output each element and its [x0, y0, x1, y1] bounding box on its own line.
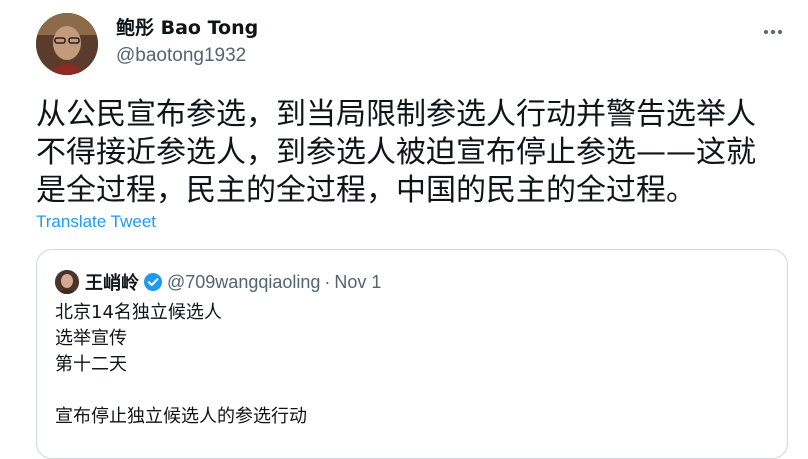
separator-dot: ·	[324, 271, 331, 292]
author-handle[interactable]: @baotong1932	[116, 44, 258, 68]
quoted-tweet-date[interactable]: Nov 1	[334, 272, 381, 293]
verified-badge-icon	[143, 272, 163, 292]
quoted-tweet-body: 北京14名独立候选人 选举宣传 第十二天 宣布停止独立候选人的参选行动	[55, 300, 307, 430]
author-avatar[interactable]	[36, 13, 98, 75]
quoted-body-line: 第十二天	[55, 354, 127, 375]
quoted-tweet-header: 王峭岭 @709wangqiaoling · Nov 1	[55, 269, 381, 295]
translate-tweet-link[interactable]: Translate Tweet	[36, 212, 156, 232]
more-horizontal-icon	[763, 20, 783, 39]
quoted-author-avatar[interactable]	[55, 270, 79, 294]
more-options-button[interactable]	[758, 14, 788, 44]
tweet-author: 鲍彤 Bao Tong @baotong1932	[116, 16, 258, 68]
quoted-author-handle[interactable]: @709wangqiaoling	[167, 272, 320, 293]
quoted-body-line: 选举宣传	[55, 328, 127, 349]
quoted-body-line: 北京14名独立候选人	[55, 302, 222, 323]
quoted-author-name[interactable]: 王峭岭	[85, 269, 139, 295]
quoted-body-line: 宣布停止独立候选人的参选行动	[55, 406, 307, 427]
quoted-body-line	[55, 378, 307, 404]
tweet-text: 从公民宣布参选，到当局限制参选人行动并警告选举人 不得接近参选人，到参选人被迫宣…	[36, 96, 796, 210]
tweet-text-line: 从公民宣布参选，到当局限制参选人行动并警告选举人	[36, 97, 756, 132]
tweet-text-line: 是全过程，民主的全过程，中国的民主的全过程。	[36, 173, 696, 208]
author-display-name[interactable]: 鲍彤 Bao Tong	[116, 16, 258, 40]
quoted-tweet[interactable]: 王峭岭 @709wangqiaoling · Nov 1 北京14名独立候选人 …	[36, 249, 788, 459]
tweet-text-line: 不得接近参选人，到参选人被迫宣布停止参选——这就	[36, 135, 756, 170]
